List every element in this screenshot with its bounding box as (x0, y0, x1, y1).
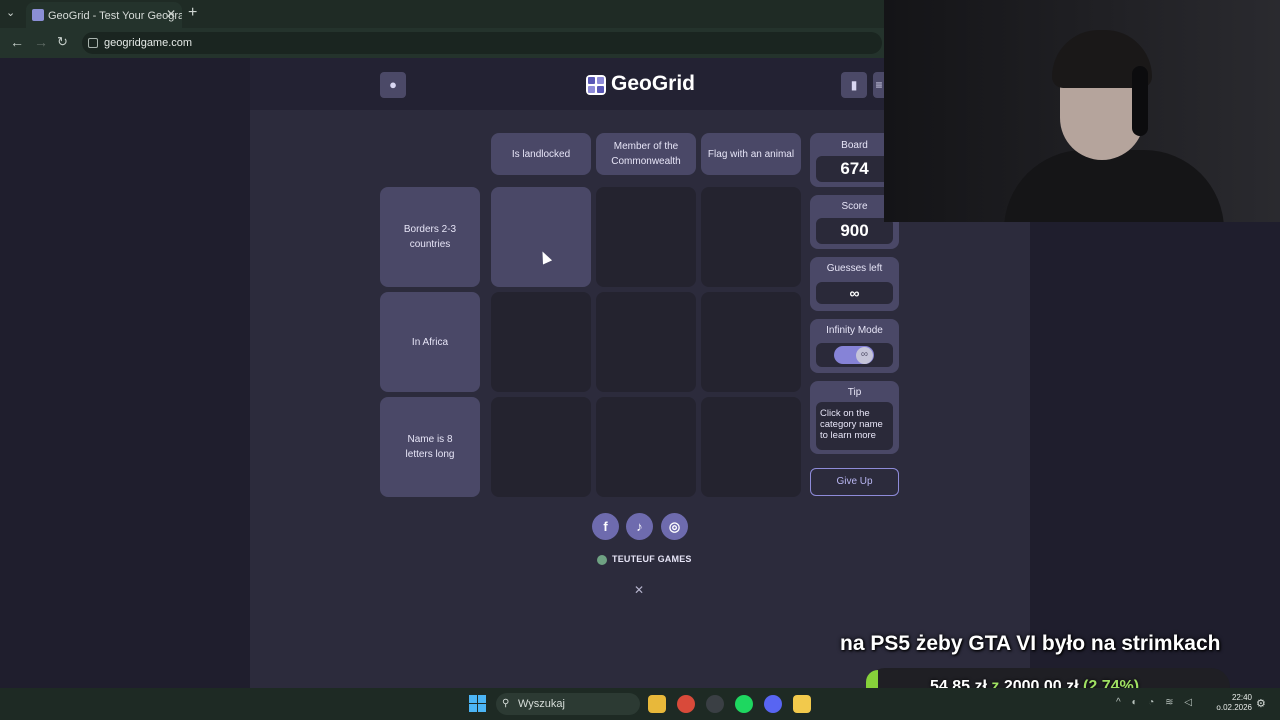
column-header-flag-animal[interactable]: Flag with an animal (701, 133, 801, 175)
url-text: geogridgame.com (104, 37, 193, 49)
user-icon: ● (389, 77, 397, 92)
discord-icon[interactable] (764, 695, 782, 713)
column-header-landlocked[interactable]: Is landlocked (491, 133, 591, 175)
crossed-swords-icon: ✕ (634, 583, 645, 597)
spotify-icon[interactable] (735, 695, 753, 713)
grid-cell[interactable] (701, 397, 801, 497)
score-value: 900 (816, 218, 893, 244)
grid-cell[interactable] (596, 292, 696, 392)
infinity-icon: ∞ (856, 347, 873, 364)
column-header-commonwealth[interactable]: Member of the Commonwealth (596, 133, 696, 175)
guesses-label: Guesses left (826, 263, 883, 274)
page-gutter-left (0, 58, 250, 688)
donation-message: na PS5 żeby GTA VI było na strimkach (840, 632, 1221, 655)
obs-icon[interactable] (706, 695, 724, 713)
windows-start-icon[interactable] (469, 695, 486, 712)
grid-cell[interactable] (596, 187, 696, 287)
taskbar-clock[interactable]: 22:40 o.02.2026 (1212, 693, 1252, 713)
tip-text: Click on the category name to learn more (816, 402, 893, 450)
tab-search-icon[interactable]: ⌄ (6, 6, 15, 19)
taskbar-search[interactable]: Wyszukaj (496, 693, 640, 715)
chrome-icon[interactable] (677, 695, 695, 713)
row-header-borders[interactable]: Borders 2-3 countries (380, 187, 480, 287)
site-info-icon[interactable] (88, 38, 98, 48)
app-logo-text: GeoGrid (611, 72, 696, 95)
taskbar (0, 688, 1280, 720)
grid-cell[interactable] (491, 397, 591, 497)
hamburger-icon: ≡ (875, 78, 883, 92)
close-icon[interactable]: ✕ (166, 7, 176, 21)
grid-cell[interactable] (701, 187, 801, 287)
browser-tab[interactable]: GeoGrid - Test Your Geography ✕ (26, 2, 182, 28)
board-number: 674 (816, 156, 893, 182)
back-arrow-icon[interactable]: ← (10, 34, 24, 50)
profile-button[interactable]: ● (380, 72, 406, 98)
instagram-icon[interactable]: ◎ (661, 513, 688, 540)
file-explorer-icon[interactable] (648, 695, 666, 713)
search-icon: ⚲ (502, 698, 510, 709)
facebook-icon[interactable]: f (592, 513, 619, 540)
url-field[interactable]: geogridgame.com (82, 32, 882, 54)
give-up-button[interactable]: Give Up (810, 468, 899, 496)
clock-date: o.02.2026 (1216, 703, 1252, 712)
forward-arrow-icon[interactable]: → (34, 34, 48, 50)
row-header-africa[interactable]: In Africa (380, 292, 480, 392)
webcam-overlay (884, 0, 1280, 222)
tip-label: Tip (847, 387, 862, 398)
geogrid-logo-icon (586, 75, 606, 95)
taskbar-search-placeholder: Wyszukaj (518, 698, 565, 710)
grid-cell[interactable] (596, 397, 696, 497)
row-header-name-length[interactable]: Name is 8 letters long (380, 397, 480, 497)
teuteuf-games-link[interactable]: TEUTEUF GAMES (612, 554, 692, 564)
guesses-value: ∞ (816, 282, 893, 304)
clock-time: 22:40 (1231, 693, 1252, 702)
bar-chart-icon: ▮ (850, 78, 858, 92)
system-tray-icons[interactable]: ^ ◐ ◔ ≋ ◁ (1116, 697, 1196, 708)
infinity-mode-label: Infinity Mode (826, 325, 883, 336)
app-icon[interactable] (793, 695, 811, 713)
reload-icon[interactable]: ↻ (57, 34, 68, 50)
grid-cell[interactable] (701, 292, 801, 392)
tiktok-icon[interactable]: ♪ (626, 513, 653, 540)
stats-button[interactable]: ▮ (841, 72, 867, 98)
plus-icon[interactable]: + (188, 4, 197, 22)
teuteuf-logo-icon (597, 555, 607, 565)
tab-title: GeoGrid - Test Your Geography (48, 10, 182, 22)
geogrid-favicon-icon (32, 9, 44, 21)
gear-icon[interactable]: ⚙ (1256, 697, 1266, 710)
grid-cell[interactable] (491, 187, 591, 287)
guesses-panel: Guesses left ∞ (810, 257, 899, 311)
grid-cell[interactable] (491, 292, 591, 392)
